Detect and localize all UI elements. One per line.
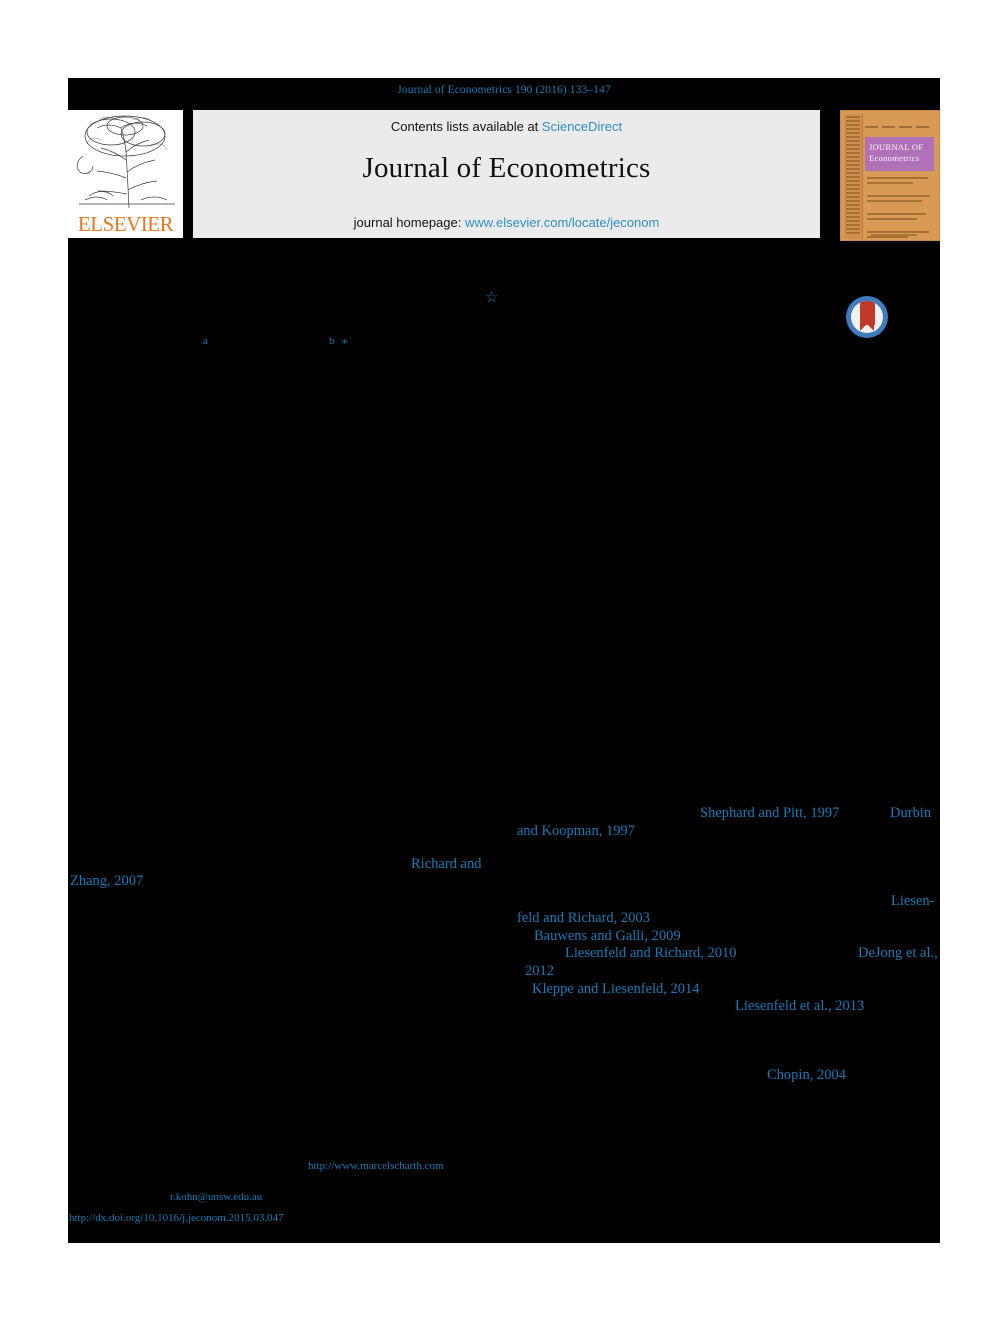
author-website-link[interactable]: http://www.marcelscharth.com — [308, 1161, 444, 1172]
journal-homepage-line: journal homepage: www.elsevier.com/locat… — [193, 215, 820, 230]
journal-cover-thumbnail[interactable]: JOURNAL OF Econometrics — [840, 110, 940, 241]
crossmark-inner — [851, 301, 883, 333]
running-head: Journal of Econometrics 190 (2016) 133–1… — [397, 84, 611, 96]
article-page-sheet: Journal of Econometrics 190 (2016) 133–1… — [68, 78, 940, 1243]
cover-header-rules — [865, 115, 935, 131]
citation-link[interactable]: Chopin, 2004 — [767, 1068, 846, 1083]
author-affiliation-marker-a[interactable]: a — [203, 336, 208, 347]
elsevier-tree-icon — [71, 112, 180, 210]
author-email-link[interactable]: r.kohn@unsw.edu.au — [170, 1192, 262, 1203]
citation-link[interactable]: 2012 — [525, 964, 554, 979]
doi-link[interactable]: http://dx.doi.org/10.1016/j.jeconom.2015… — [69, 1213, 284, 1224]
citation-link[interactable]: Liesenfeld and Richard, 2010 — [565, 946, 737, 961]
citation-link[interactable]: Liesenfeld et al., 2013 — [735, 999, 864, 1014]
journal-masthead: ELSEVIER Contents lists available at Sci… — [68, 110, 940, 241]
journal-homepage-label: journal homepage: — [353, 215, 465, 230]
elsevier-wordmark: ELSEVIER — [77, 212, 174, 236]
sciencedirect-banner: Contents lists available at ScienceDirec… — [193, 110, 820, 238]
citation-link[interactable]: Liesen- — [891, 894, 934, 909]
cover-title-line1: JOURNAL OF — [869, 142, 924, 152]
citation-link[interactable]: Richard and — [411, 857, 481, 872]
cover-title-line2: Econometrics — [869, 153, 920, 163]
citation-link[interactable]: Zhang, 2007 — [70, 874, 143, 889]
citation-link[interactable]: feld and Richard, 2003 — [517, 911, 650, 926]
citation-link[interactable]: Kleppe and Liesenfeld, 2014 — [532, 982, 700, 997]
contents-available-line: Contents lists available at ScienceDirec… — [193, 119, 820, 134]
author-affiliation-marker-b[interactable]: b — [329, 336, 335, 347]
title-footnote-marker[interactable]: ☆ — [485, 291, 498, 306]
journal-title: Journal of Econometrics — [362, 152, 651, 184]
citation-link[interactable]: DeJong et al., — [858, 946, 938, 961]
cover-title-band: JOURNAL OF Econometrics — [865, 137, 934, 171]
cover-footer-rule — [871, 234, 917, 236]
corresponding-author-marker[interactable]: ∗ — [341, 337, 348, 348]
citation-link[interactable]: Durbin — [890, 806, 931, 821]
contents-available-label: Contents lists available at — [390, 119, 542, 134]
crossmark-badge[interactable] — [846, 296, 888, 338]
sciencedirect-link[interactable]: ScienceDirect — [542, 119, 622, 134]
citation-link[interactable]: and Koopman, 1997 — [517, 824, 635, 839]
cover-contents-rules — [867, 177, 933, 238]
citation-link[interactable]: Shephard and Pitt, 1997 — [700, 806, 839, 821]
elsevier-logo[interactable]: ELSEVIER — [68, 110, 183, 238]
citation-link[interactable]: Bauwens and Galli, 2009 — [534, 929, 681, 944]
cover-sidebar — [844, 114, 863, 239]
crossmark-ribbon-icon — [860, 301, 875, 331]
journal-homepage-link[interactable]: www.elsevier.com/locate/jeconom — [465, 215, 659, 230]
